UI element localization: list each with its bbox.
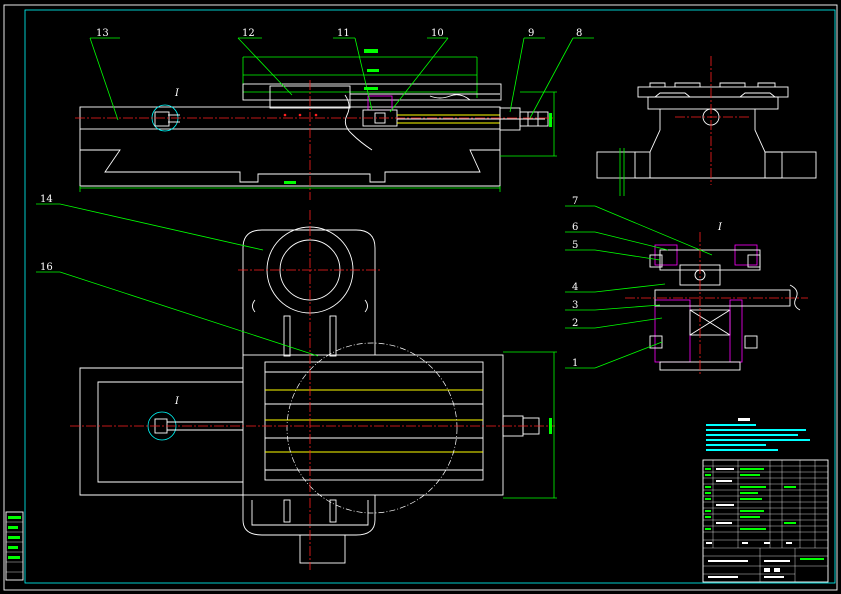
callout-5: 5 <box>572 240 578 251</box>
margin-stamp <box>5 511 24 581</box>
callout-2: 2 <box>572 318 578 329</box>
technical-notes <box>706 418 810 451</box>
detail-section-view <box>625 232 808 376</box>
callout-6: 6 <box>572 222 578 233</box>
callout-1: 1 <box>572 358 578 369</box>
plan-view <box>70 210 557 570</box>
title-block <box>702 459 829 583</box>
callout-14: 14 <box>40 194 53 205</box>
callout-3: 3 <box>572 300 578 311</box>
callout-11: 11 <box>337 28 350 39</box>
part-callouts: 13 12 11 10 9 8 14 16 7 6 5 4 3 2 1 <box>40 28 582 369</box>
view-mark-front: I <box>174 88 180 99</box>
view-mark-plan: I <box>174 396 180 407</box>
callout-8: 8 <box>576 28 582 39</box>
callout-16: 16 <box>40 262 53 273</box>
callout-7: 7 <box>572 196 578 207</box>
cad-drawing-sheet: 13 12 11 10 9 8 14 16 7 6 5 4 3 2 1 I I … <box>3 4 838 591</box>
callout-12: 12 <box>242 28 255 39</box>
view-mark-detail: I <box>717 222 723 233</box>
callout-13: 13 <box>96 28 109 39</box>
drawing-frame <box>3 4 838 591</box>
callout-9: 9 <box>528 28 534 39</box>
view-marks: I I I <box>174 88 723 407</box>
callout-10: 10 <box>431 28 444 39</box>
callout-4: 4 <box>572 282 578 293</box>
front-view <box>75 49 557 200</box>
side-view <box>596 56 817 196</box>
